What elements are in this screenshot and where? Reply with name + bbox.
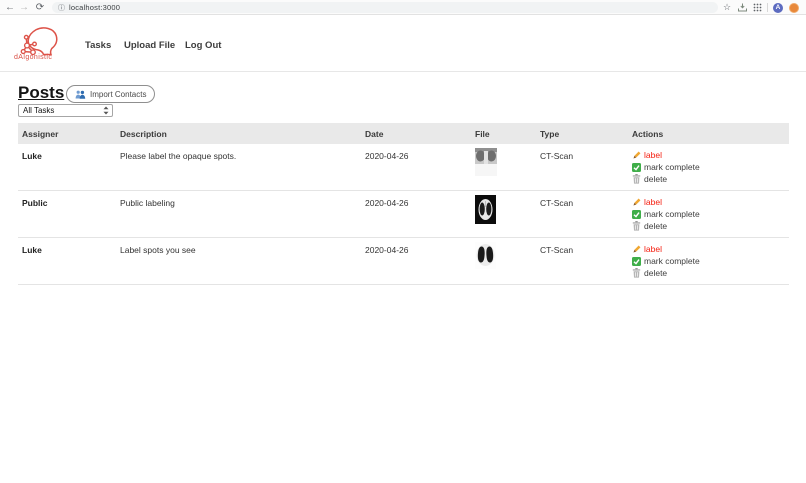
date-cell: 2020-04-26 (361, 151, 471, 161)
actions-cell: label mark complete (628, 198, 789, 231)
page-title: Posts (18, 83, 64, 103)
check-icon (632, 210, 641, 219)
col-header-actions: Actions (628, 129, 789, 139)
trash-icon (632, 268, 641, 278)
description-cell: Please label the opaque spots. (116, 151, 361, 161)
file-cell (471, 151, 536, 176)
mark-complete-action[interactable]: mark complete (632, 209, 789, 219)
col-header-description: Description (116, 129, 361, 139)
col-header-type: Type (536, 129, 628, 139)
assigner-cell: Luke (18, 151, 116, 161)
profile-badge-icon[interactable] (789, 3, 799, 13)
mark-complete-action[interactable]: mark complete (632, 162, 789, 172)
bookmark-star-icon[interactable]: ☆ (721, 0, 733, 15)
brand-name: dAlgonistic (14, 54, 52, 61)
forward-icon[interactable]: → (18, 0, 30, 15)
assigner-cell: Public (18, 198, 116, 208)
ct-slice-thumbnail[interactable] (475, 195, 496, 224)
apps-grid-icon[interactable] (751, 0, 763, 15)
reload-icon[interactable]: ⟳ (34, 0, 46, 15)
header-divider (0, 71, 806, 72)
table-row: Public Public labeling 2020-04-26 CT-Sca… (18, 191, 789, 238)
col-header-assigner: Assigner (18, 129, 116, 139)
people-icon (75, 90, 86, 99)
import-contacts-label: Import Contacts (90, 90, 146, 99)
nav-link-upload-file[interactable]: Upload File (124, 40, 175, 51)
description-cell: Public labeling (116, 198, 361, 208)
address-bar[interactable]: ⓘ localhost:3000 (52, 2, 718, 13)
toolbar-separator (767, 3, 768, 12)
actions-cell: label mark complete (628, 151, 789, 184)
chest-xray-thumbnail[interactable] (475, 148, 497, 176)
downloads-icon[interactable] (736, 0, 748, 15)
delete-action[interactable]: delete (632, 221, 789, 231)
trash-icon (632, 221, 641, 231)
description-cell: Label spots you see (116, 245, 361, 255)
mark-complete-action[interactable]: mark complete (632, 256, 789, 266)
file-cell (471, 245, 536, 269)
label-action[interactable]: label (632, 244, 789, 254)
type-cell: CT-Scan (536, 198, 628, 208)
label-action[interactable]: label (632, 150, 789, 160)
type-cell: CT-Scan (536, 151, 628, 161)
table-row: Luke Label spots you see 2020-04-26 CT-S… (18, 238, 789, 285)
delete-action[interactable]: delete (632, 174, 789, 184)
type-cell: CT-Scan (536, 245, 628, 255)
nav-link-tasks[interactable]: Tasks (85, 40, 111, 51)
table-header-row: Assigner Description Date File Type Acti… (18, 123, 789, 144)
pencil-icon (632, 151, 641, 160)
table-row: Luke Please label the opaque spots. 2020… (18, 144, 789, 191)
delete-action[interactable]: delete (632, 268, 789, 278)
actions-cell: label mark complete (628, 245, 789, 278)
pencil-icon (632, 198, 641, 207)
url-text: localhost:3000 (69, 3, 120, 12)
tasks-table: Assigner Description Date File Type Acti… (18, 123, 789, 285)
date-cell: 2020-04-26 (361, 198, 471, 208)
check-icon (632, 257, 641, 266)
task-filter-select[interactable]: All Tasks (18, 104, 113, 117)
date-cell: 2020-04-26 (361, 245, 471, 255)
nav-link-log-out[interactable]: Log Out (185, 40, 221, 51)
back-icon[interactable]: ← (4, 0, 16, 15)
task-filter-value: All Tasks (23, 106, 54, 115)
select-stepper-icon (103, 106, 109, 115)
col-header-date: Date (361, 129, 471, 139)
page-info-icon[interactable]: ⓘ (58, 3, 65, 13)
browser-profile-avatar[interactable]: A (773, 3, 783, 13)
import-contacts-button[interactable]: Import Contacts (66, 85, 155, 103)
browser-toolbar: ← → ⟳ ⓘ localhost:3000 ☆ A (0, 0, 806, 15)
check-icon (632, 163, 641, 172)
lung-scan-thumbnail[interactable] (475, 242, 496, 269)
assigner-cell: Luke (18, 245, 116, 255)
col-header-file: File (471, 129, 536, 139)
trash-icon (632, 174, 641, 184)
label-action[interactable]: label (632, 197, 789, 207)
pencil-icon (632, 245, 641, 254)
file-cell (471, 198, 536, 224)
